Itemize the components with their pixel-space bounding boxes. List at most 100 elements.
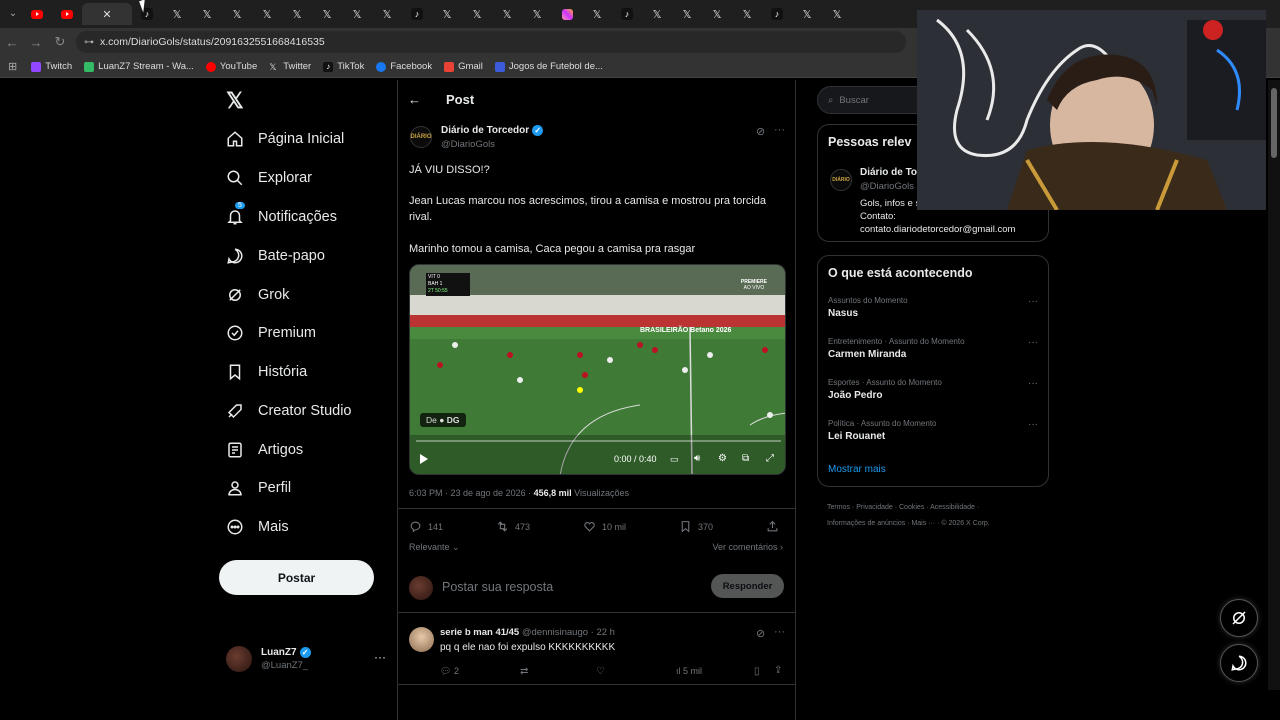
trend-item[interactable]: Esportes · Assunto do Momento João Pedro…	[828, 378, 1038, 401]
browser-tab[interactable]: 𝕏	[162, 3, 192, 25]
browser-tab[interactable]: ♪	[762, 3, 792, 25]
comment-author-handle[interactable]: @dennisinaugo	[522, 627, 588, 638]
more-icon[interactable]: ···	[1028, 337, 1038, 348]
x-logo-icon[interactable]: 𝕏	[226, 88, 244, 114]
more-icon[interactable]: ···	[374, 650, 386, 664]
browser-tab[interactable]	[52, 3, 82, 25]
video-source-label[interactable]: De ● DG	[420, 413, 466, 427]
more-icon[interactable]: ···	[1028, 378, 1038, 389]
comment-item[interactable]: serie b man 41/45 @dennisinaugo · 22 h ⊘…	[398, 618, 796, 688]
trend-item[interactable]: Política · Assunto do Momento Lei Rouane…	[828, 419, 1038, 442]
avatar[interactable]: DIÁRIO	[830, 169, 852, 191]
settings-gear-icon[interactable]: ⚙	[718, 453, 727, 464]
more-icon[interactable]: ···	[1028, 296, 1038, 307]
browser-tab[interactable]: 𝕏	[252, 3, 282, 25]
post-timestamp[interactable]: 6:03 PM · 23 de ago de 2026	[409, 488, 526, 498]
sidebar-item-chat[interactable]: Bate-papo	[226, 241, 325, 271]
footer-link[interactable]: Privacidade	[856, 504, 893, 511]
messages-float-button[interactable]	[1220, 644, 1258, 682]
bookmark-button[interactable]: 370	[679, 520, 713, 533]
bookmark-gmail[interactable]: Gmail	[444, 61, 483, 72]
bookmark-luanz7-stream[interactable]: LuanZ7 Stream - Wa...	[84, 61, 194, 72]
browser-tab[interactable]: 𝕏	[432, 3, 462, 25]
footer-link[interactable]: Cookies	[899, 504, 924, 511]
like-button[interactable]: 10 mil	[583, 520, 626, 533]
browser-tab[interactable]: 𝕏	[732, 3, 762, 25]
bookmark-jogos[interactable]: Jogos de Futebol de...	[494, 61, 603, 72]
repost-button[interactable]: 473	[496, 520, 530, 533]
reply-button[interactable]: Responder	[711, 574, 784, 598]
reply-input[interactable]: Postar sua resposta	[442, 580, 553, 594]
post-author-handle[interactable]: @DiarioGols	[441, 139, 495, 150]
bookmark-youtube[interactable]: YouTube	[205, 61, 257, 72]
sidebar-item-more[interactable]: Mais	[226, 512, 289, 542]
post-author-name-row[interactable]: Diário de Torcedor ✓	[441, 125, 544, 136]
forward-arrow-icon[interactable]: →	[24, 35, 48, 50]
sidebar-item-profile[interactable]: Perfil	[226, 473, 291, 503]
browser-tab[interactable]: 𝕏	[372, 3, 402, 25]
account-switcher[interactable]: LuanZ7 ✓ @LuanZ7_ ···	[226, 640, 386, 678]
browser-tab[interactable]: 𝕏	[192, 3, 222, 25]
browser-tab[interactable]: 𝕏	[642, 3, 672, 25]
browser-tab[interactable]: 𝕏	[282, 3, 312, 25]
page-scrollbar[interactable]	[1268, 80, 1280, 690]
url-field[interactable]: ⊶ x.com/DiarioGols/status/20916325516684…	[76, 31, 906, 53]
bookmark-twitch[interactable]: Twitch	[31, 61, 72, 72]
see-comments-link[interactable]: Ver comentários ›	[712, 542, 783, 552]
reload-icon[interactable]: ↻	[48, 34, 72, 50]
sort-dropdown[interactable]: Relevante ⌄	[409, 542, 460, 553]
grok-float-button[interactable]	[1220, 599, 1258, 637]
apps-icon[interactable]: ⊞	[8, 60, 17, 73]
back-arrow-icon[interactable]: ←	[0, 35, 24, 50]
post-author-avatar[interactable]: DIÁRIO	[410, 126, 432, 148]
fullscreen-icon[interactable]: ⤢	[766, 453, 774, 464]
browser-tab[interactable]: 𝕏	[522, 3, 552, 25]
comment-author-name[interactable]: serie b man 41/45	[440, 627, 519, 638]
comment-views[interactable]: ıl 5 mil	[676, 666, 702, 676]
footer-link[interactable]: Mais ···	[911, 520, 935, 527]
captions-icon[interactable]: ▭	[670, 454, 679, 465]
bookmark-twitter[interactable]: 𝕏 Twitter	[269, 61, 311, 72]
footer-link[interactable]: Termos	[827, 504, 850, 511]
browser-tab[interactable]: 𝕏	[462, 3, 492, 25]
browser-tab[interactable]	[552, 3, 582, 25]
trend-item[interactable]: Assuntos do Momento Nasus ···	[828, 296, 1038, 319]
sidebar-item-home[interactable]: Página Inicial	[226, 124, 344, 154]
browser-tab[interactable]: 𝕏	[312, 3, 342, 25]
sidebar-item-history[interactable]: História	[226, 357, 307, 387]
browser-tab-active[interactable]: ✕	[82, 3, 132, 25]
browser-tab[interactable]: 𝕏	[702, 3, 732, 25]
footer-link[interactable]: Informações de anúncios	[827, 520, 905, 527]
video-progress-track[interactable]	[416, 440, 781, 442]
browser-tab[interactable]: ♪	[402, 3, 432, 25]
comment-like-button[interactable]: ♡	[596, 666, 605, 677]
browser-tab[interactable]: 𝕏	[492, 3, 522, 25]
browser-tab[interactable]: 𝕏	[672, 3, 702, 25]
comment-repost-button[interactable]: ⇄	[520, 666, 528, 677]
browser-tab[interactable]: 𝕏	[582, 3, 612, 25]
play-icon[interactable]	[420, 454, 428, 464]
scrollbar-thumb[interactable]	[1271, 88, 1277, 158]
browser-tab[interactable]: 𝕏	[222, 3, 252, 25]
post-button[interactable]: Postar	[219, 560, 374, 595]
more-icon[interactable]: ···	[774, 124, 785, 136]
sidebar-item-creator-studio[interactable]: Creator Studio	[226, 396, 352, 426]
sidebar-item-premium[interactable]: Premium	[226, 318, 316, 348]
show-more-link[interactable]: Mostrar mais	[828, 464, 886, 475]
comment-reply-button[interactable]: 💬︎ 2	[440, 666, 459, 677]
sidebar-item-explore[interactable]: Explorar	[226, 163, 312, 193]
browser-tab[interactable]: 𝕏	[792, 3, 822, 25]
grok-icon[interactable]: ⊘	[756, 125, 765, 138]
comment-bookmark-button[interactable]: ▯	[754, 666, 760, 677]
sidebar-item-notifications[interactable]: 5 Notificações	[226, 202, 337, 232]
person-name[interactable]: Diário de To	[860, 167, 917, 178]
sidebar-item-grok[interactable]: Grok	[226, 280, 289, 310]
tab-search-icon[interactable]: ⌄	[4, 5, 22, 23]
more-icon[interactable]: ···	[1028, 419, 1038, 430]
share-button[interactable]	[766, 520, 785, 533]
volume-icon[interactable]: 🔊︎	[694, 453, 700, 464]
video-player[interactable]: VIT 0 BAH 1 2T 50:55 PREMIERE AO VIVO BR…	[409, 264, 786, 475]
person-handle[interactable]: @DiarioGols	[860, 181, 914, 192]
footer-link[interactable]: Acessibilidade	[930, 504, 975, 511]
comment-share-button[interactable]: ⇪	[774, 665, 782, 676]
